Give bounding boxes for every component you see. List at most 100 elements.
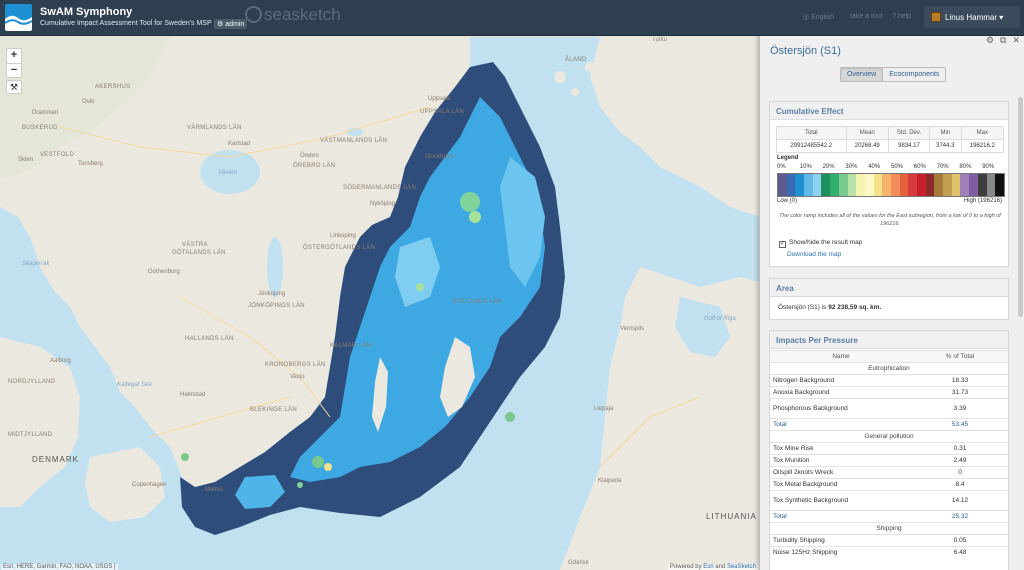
ramp-swatch xyxy=(830,174,839,196)
ramp-swatch xyxy=(847,174,857,196)
legend-percent-labels: 0% 10% 20% 30% 40% 50% 60% 70% 80% 90% xyxy=(777,164,1005,172)
map-label-aland: ÅLAND xyxy=(565,57,587,63)
esri-link[interactable]: Esri xyxy=(703,564,713,570)
legend-high-label: High (196216) xyxy=(963,198,1002,204)
gear-icon[interactable]: ⚙ xyxy=(986,35,994,45)
ramp-swatch xyxy=(856,174,865,196)
stats-min: 3744.3 xyxy=(929,139,962,153)
ramp-swatch xyxy=(821,174,831,196)
ramp-swatch xyxy=(934,174,944,196)
ramp-swatch xyxy=(969,174,978,196)
caret-down-icon: ▾ xyxy=(999,13,1004,22)
pressure-pct: 14.12 xyxy=(912,490,1008,511)
ramp-swatch xyxy=(795,174,805,196)
map-label-jonkoping: Jönkoping xyxy=(258,291,286,297)
user-avatar-icon xyxy=(931,12,941,22)
map-label-nykoping: Nyköping xyxy=(370,201,396,207)
show-result-map-checkbox[interactable]: ✓ Show/hide the result map xyxy=(779,239,862,248)
tour-link[interactable]: take a tour xyxy=(850,13,883,20)
report-panel: ⚙ ⧉ ✕ Östersjön (S1) Overview Ecocomponent… xyxy=(759,31,1024,570)
app-subtitle: Cumulative Impact Assessment Tool for Sw… xyxy=(40,20,212,27)
area-value: 92 238,59 sq. km. xyxy=(828,304,882,311)
color-ramp xyxy=(777,173,1005,197)
map-label-liepaja: Liepaja xyxy=(594,406,614,412)
impacts-per-pressure-card: Impacts Per Pressure Name% of Total Eutr… xyxy=(769,330,1009,570)
panel-scrollbar[interactable] xyxy=(1018,97,1023,317)
map-label-copenhagen: Copenhagen xyxy=(132,482,167,488)
pressure-pct: 2.49 xyxy=(912,454,1008,467)
legend-low-label: Low (0) xyxy=(777,198,798,204)
map-label-halmstad: Halmstad xyxy=(180,392,206,398)
map-label-skagerrak: Skagerrak xyxy=(22,261,50,267)
seasketch-ring-icon xyxy=(245,6,262,23)
help-link[interactable]: ? help xyxy=(892,13,911,20)
pressure-name: Anoxia Background xyxy=(770,386,912,399)
user-name: Linus Hammar xyxy=(945,13,998,22)
map-label-linkoping: Linkoping xyxy=(330,233,356,239)
close-icon[interactable]: ✕ xyxy=(1012,35,1020,45)
legend-percent-label: 20% xyxy=(822,164,835,170)
seasketch-logo: seasketch xyxy=(245,5,341,25)
map-label-aalborg: Aalborg xyxy=(50,358,71,364)
stats-mean: 20268.49 xyxy=(845,139,889,153)
download-map-link[interactable]: Download the map xyxy=(787,251,841,258)
ramp-swatch xyxy=(925,174,935,196)
area-heading: Area xyxy=(770,279,1008,297)
zoom-in-button[interactable]: + xyxy=(7,49,21,63)
area-card: Area Östersjön (S1) is 92 238,59 sq. km. xyxy=(769,278,1009,320)
ramp-swatch xyxy=(838,174,848,196)
map-label-sodermanlands: SÖDERMANLANDS LÄN xyxy=(343,185,417,191)
ramp-swatch xyxy=(943,174,952,196)
language-link[interactable]: ◎ English xyxy=(803,13,834,21)
legend-percent-label: 50% xyxy=(891,164,904,170)
zoom-out-button[interactable]: − xyxy=(7,63,21,77)
legend-percent-label: 40% xyxy=(868,164,881,170)
map-label-akershus: AKERSHUS xyxy=(95,84,131,90)
pressure-pct: 31.73 xyxy=(912,386,1008,399)
pressure-col-pct: % of Total xyxy=(912,350,1008,363)
group-general-pollution: General pollution xyxy=(770,430,1008,443)
panel-scroll-area[interactable]: Cumulative Effect Total Mean Std. Dev. M… xyxy=(760,89,1024,570)
stats-max: 196216.2 xyxy=(960,139,1005,153)
pressure-pct: 8.4 xyxy=(912,478,1008,491)
ramp-swatch xyxy=(786,174,796,196)
popout-icon[interactable]: ⧉ xyxy=(1000,35,1006,45)
tab-overview[interactable]: Overview xyxy=(841,68,883,81)
top-bar: SwAM Symphony Cumulative Impact Assessme… xyxy=(0,0,1024,36)
ramp-swatch xyxy=(864,174,874,196)
map-label-vastmanlands: VÄSTMANLANDS LÄN xyxy=(320,138,388,144)
map-label-buskerud: BUSKERUD xyxy=(22,125,58,131)
globe-icon: ◎ xyxy=(803,14,812,21)
map-attribution: Esri, HERE, Garmin, FAO, NOAA, USGS | xyxy=(1,564,118,570)
ramp-swatch xyxy=(977,174,987,196)
measure-tool-button[interactable]: ⚒ xyxy=(6,80,22,94)
legend-percent-label: 10% xyxy=(799,164,812,170)
ramp-swatch xyxy=(995,174,1004,196)
admin-badge[interactable]: ⚙ admin xyxy=(214,19,248,29)
map-canvas[interactable]: AKERSHUS Oslo Drammen BUSKERUD VESTFOLD … xyxy=(0,37,760,570)
user-menu-button[interactable]: Linus Hammar ▾ xyxy=(924,6,1020,28)
area-text: Östersjön (S1) is 92 238,59 sq. km. xyxy=(778,304,882,311)
pressure-name: Tox Munition xyxy=(770,454,912,467)
ramp-swatch xyxy=(899,174,909,196)
app-title[interactable]: SwAM Symphony xyxy=(40,6,132,18)
tab-ecocomponents[interactable]: Ecocomponents xyxy=(882,68,945,81)
panel-tools: ⚙ ⧉ ✕ xyxy=(980,35,1020,46)
map-label-blekinge: BLEKINGE LÄN xyxy=(250,407,297,413)
map-label-vanern: Vänern xyxy=(218,170,238,176)
pressure-pct: 0.31 xyxy=(912,442,1008,455)
stats-col-total: Total xyxy=(776,126,847,140)
map-label-nordjylland: NORDJYLLAND xyxy=(8,379,56,385)
map-label-orebro: Örebro xyxy=(300,153,319,159)
seasketch-link[interactable]: SeaSketch xyxy=(727,564,756,570)
legend-percent-label: 80% xyxy=(959,164,972,170)
pressure-pct: 6.48 xyxy=(912,546,1008,559)
group-shipping: Shipping xyxy=(770,522,1008,535)
pressure-pct: 0 xyxy=(912,466,1008,479)
swam-logo-icon[interactable] xyxy=(5,4,32,31)
pressure-name: Turbidity Shipping xyxy=(770,534,912,547)
ramp-swatch xyxy=(890,174,900,196)
ramp-swatch xyxy=(778,174,787,196)
map-label-vastra: VÄSTRA xyxy=(182,242,208,248)
pressure-name: Nitrogen Background xyxy=(770,374,912,387)
